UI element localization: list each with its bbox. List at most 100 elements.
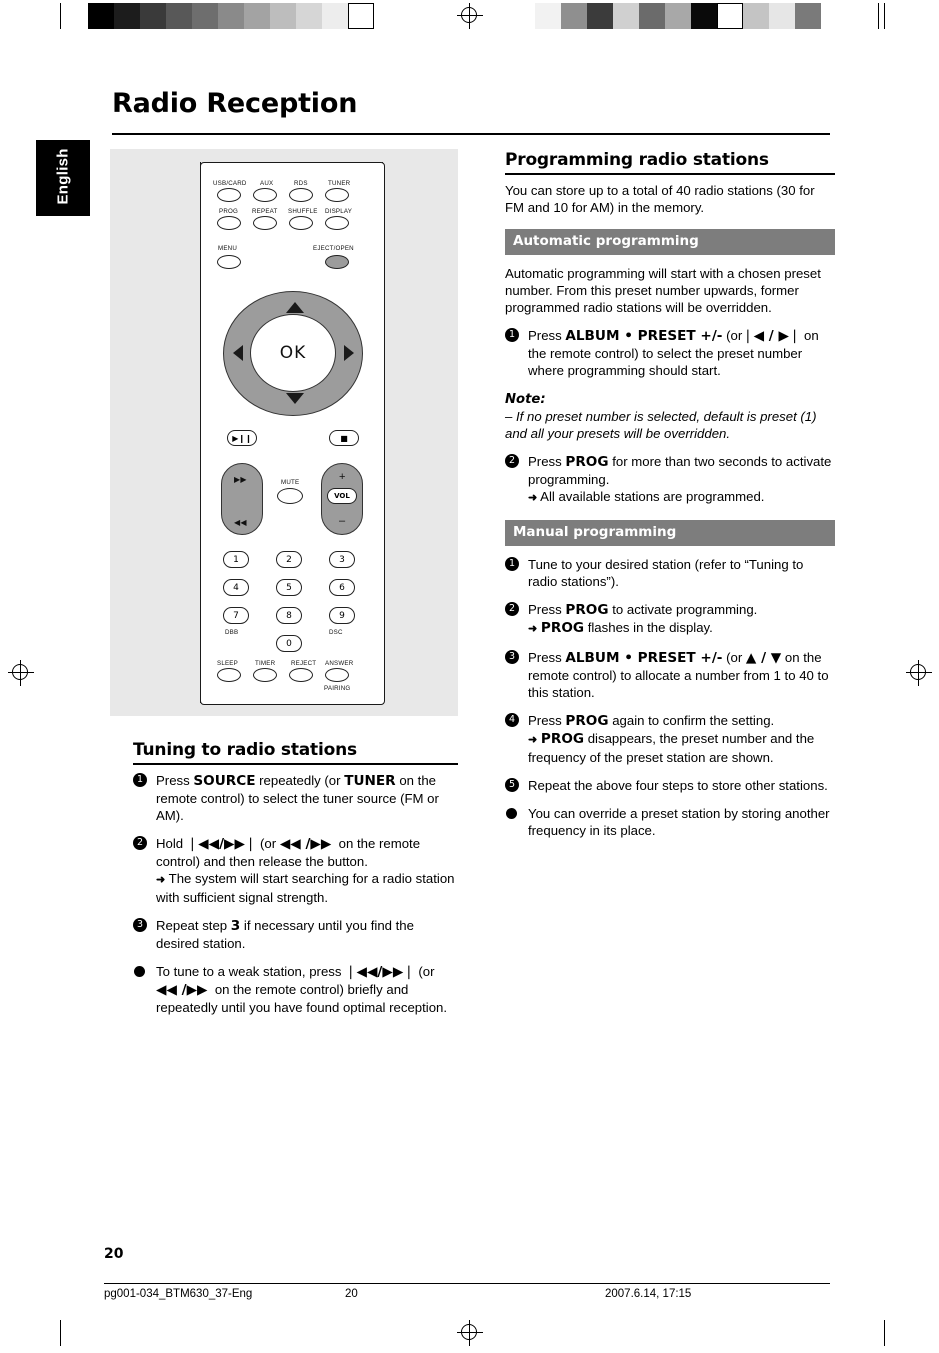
remote-button-display[interactable] <box>325 216 349 230</box>
remote-label-aux: AUX <box>260 180 274 187</box>
manual-page: English Radio Reception USB/CARD AUX RDS… <box>0 0 939 1353</box>
remote-button-1[interactable]: 1 <box>223 551 249 568</box>
step-number-badge: 1 <box>505 556 519 571</box>
instruction-text: Press PROG again to confirm the setting.… <box>528 712 815 765</box>
remote-control-figure: USB/CARD AUX RDS TUNER PROG REPEAT SHUFF… <box>110 149 458 716</box>
remote-button-menu[interactable] <box>217 255 241 269</box>
remote-label-pairing: PAIRING <box>324 685 351 692</box>
remote-button-repeat[interactable] <box>253 216 277 230</box>
remote-button-6[interactable]: 6 <box>329 579 355 596</box>
step-number-badge: 3 <box>133 917 147 932</box>
remote-play-pause-button[interactable]: ▶❙❙ <box>227 430 257 446</box>
remote-button-rds[interactable] <box>289 188 313 202</box>
remote-button-2[interactable]: 2 <box>276 551 302 568</box>
remote-label-reject: REJECT <box>291 660 317 667</box>
instruction-text: Press ALBUM • PRESET +/- (or❘◀ / ▶❘ on t… <box>528 327 819 378</box>
automatic-step-1-container: 1 Press ALBUM • PRESET +/- (or❘◀ / ▶❘ on … <box>505 327 835 379</box>
remote-button-answer[interactable] <box>325 668 349 682</box>
instruction-text: Press PROG to activate programming. ➜ PRO… <box>528 601 758 636</box>
step-number-badge: 4 <box>505 712 519 727</box>
remote-right-icon <box>344 345 354 361</box>
instruction-step: 3 Press ALBUM • PRESET +/- (or ▲ / ▼ on t… <box>505 649 835 701</box>
remote-button-eject[interactable] <box>325 255 349 269</box>
tuning-heading-divider <box>133 763 458 765</box>
instruction-text: Hold ❘◀◀/▶▶❘ (or ◀◀ /▶▶ on the remote co… <box>156 835 455 905</box>
remote-label-sleep: SLEEP <box>217 660 238 667</box>
step-number-badge: 1 <box>133 772 147 787</box>
remote-stop-button[interactable]: ■ <box>329 430 359 446</box>
remote-button-9[interactable]: 9 <box>329 607 355 624</box>
remote-label-dsc: DSC <box>329 629 343 636</box>
bullet-dot-icon <box>506 807 517 819</box>
page-title: Radio Reception <box>112 88 358 119</box>
remote-button-7[interactable]: 7 <box>223 607 249 624</box>
bullet-dot-icon <box>134 965 145 977</box>
remote-label-shuffle: SHUFFLE <box>288 208 318 215</box>
remote-label-eject: EJECT/OPEN <box>313 245 354 252</box>
automatic-programming-intro: Automatic programming will start with a … <box>505 265 821 315</box>
remote-button-mute[interactable] <box>277 488 303 504</box>
instruction-step: 1 Tune to your desired station (refer to … <box>505 556 835 590</box>
remote-label-usb-card: USB/CARD <box>213 180 247 187</box>
footer-divider <box>104 1283 830 1284</box>
manual-steps-list: 1 Tune to your desired station (refer to … <box>505 556 835 839</box>
remote-button-aux[interactable] <box>253 188 277 202</box>
remote-button-shuffle[interactable] <box>289 216 313 230</box>
remote-button-timer[interactable] <box>253 668 277 682</box>
remote-button-usb-card[interactable] <box>217 188 241 202</box>
manual-programming-bar: Manual programming <box>505 519 835 546</box>
tuning-section-heading: Tuning to radio stations <box>133 740 357 760</box>
remote-label-tuner: TUNER <box>328 180 351 187</box>
language-tab-label: English <box>54 148 72 205</box>
remote-ok-button[interactable]: OK <box>250 314 336 392</box>
remote-forward-icon: ▶▶ <box>234 475 247 484</box>
right-text-column: Programming radio stations You can store… <box>505 152 835 850</box>
instruction-step: 5 Repeat the above four steps to store ot… <box>505 777 835 794</box>
instruction-step: 3 Repeat step 3 if necessary until you fi… <box>133 917 458 952</box>
step-number-badge: 1 <box>505 327 519 342</box>
instruction-step: 4 Press PROG again to confirm the setting… <box>505 712 835 766</box>
remote-navigation-pad[interactable]: OK <box>223 291 363 416</box>
step-number-badge: 2 <box>133 835 147 850</box>
remote-button-5[interactable]: 5 <box>276 579 302 596</box>
remote-button-reject[interactable] <box>289 668 313 682</box>
instruction-text: Repeat the above four steps to store oth… <box>528 777 828 793</box>
remote-button-8[interactable]: 8 <box>276 607 302 624</box>
programming-intro-text: You can store up to a total of 40 radio … <box>505 182 815 215</box>
remote-button-3[interactable]: 3 <box>329 551 355 568</box>
remote-label-dbb: DBB <box>225 629 239 636</box>
remote-button-prog[interactable] <box>217 216 241 230</box>
remote-label-menu: MENU <box>218 245 238 252</box>
instruction-step: 2 Press PROG for more than two seconds to… <box>505 453 835 507</box>
footer-timestamp: 2007.6.14, 17:15 <box>605 1288 692 1300</box>
automatic-programming-bar: Automatic programming <box>505 228 835 255</box>
instruction-step: To tune to a weak station, press ❘◀◀/▶▶❘… <box>133 963 458 1016</box>
remote-label-mute: MUTE <box>281 479 300 486</box>
remote-label-answer: ANSWER <box>325 660 354 667</box>
step-number-badge: 5 <box>505 777 519 792</box>
instruction-step: You can override a preset station by sto… <box>505 805 835 839</box>
instruction-text: Press PROG for more than two seconds to … <box>528 453 832 504</box>
tuning-steps-list: 1 Press SOURCE repeatedly (or TUNER on th… <box>133 772 458 1016</box>
remote-button-tuner[interactable] <box>325 188 349 202</box>
language-tab: English <box>36 140 90 216</box>
instruction-text: Tune to your desired station (refer to “… <box>528 556 804 589</box>
remote-vol-button[interactable]: VOL <box>327 488 357 504</box>
remote-volume-plus-label: + <box>339 471 346 483</box>
remote-label-rds: RDS <box>294 180 308 187</box>
programming-section-heading: Programming radio stations <box>505 150 769 170</box>
title-divider <box>112 133 830 135</box>
remote-up-icon <box>286 302 304 313</box>
remote-button-4[interactable]: 4 <box>223 579 249 596</box>
remote-button-sleep[interactable] <box>217 668 241 682</box>
step-number-badge: 2 <box>505 453 519 468</box>
automatic-step-2-container: 2 Press PROG for more than two seconds to… <box>505 453 835 507</box>
remote-label-timer: TIMER <box>255 660 276 667</box>
footer-filename: pg001-034_BTM630_37-Eng <box>104 1288 253 1300</box>
remote-button-0[interactable]: 0 <box>276 635 302 652</box>
instruction-step: 1 Press ALBUM • PRESET +/- (or❘◀ / ▶❘ on … <box>505 327 835 379</box>
instruction-text: To tune to a weak station, press ❘◀◀/▶▶❘… <box>156 963 448 1015</box>
step-number-badge: 3 <box>505 649 519 664</box>
note-label: Note: <box>505 391 546 407</box>
note-text: – If no preset number is selected, defau… <box>505 408 817 441</box>
